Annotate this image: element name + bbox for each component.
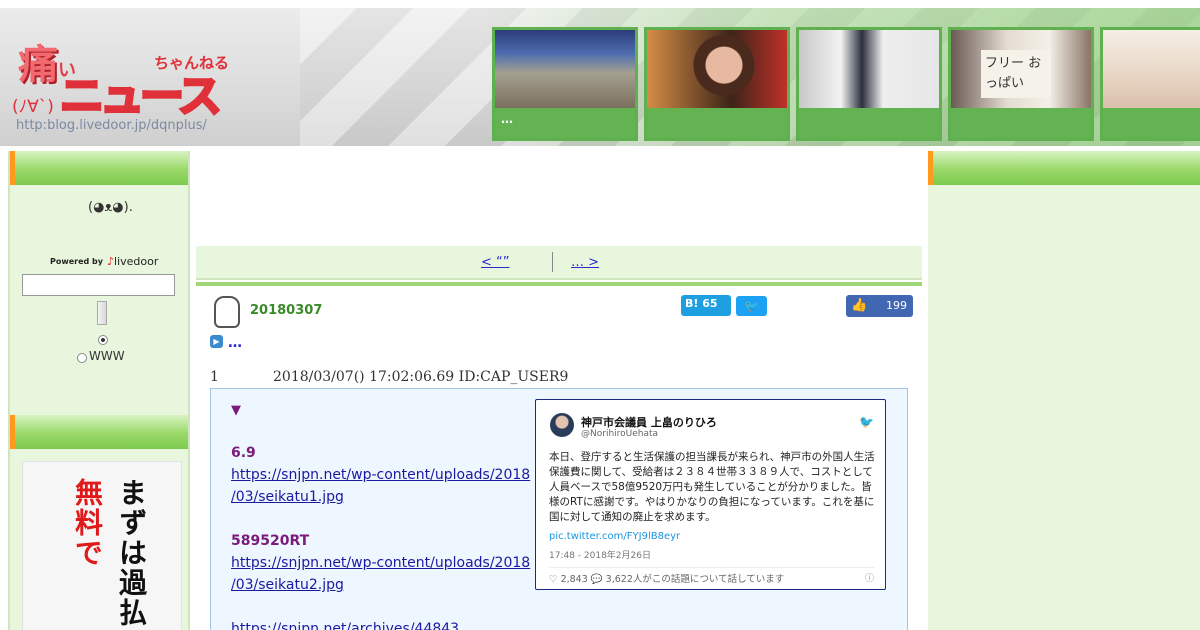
logo-channel: ちゃんねる: [154, 54, 230, 72]
post-meta: 2018/03/07() 17:02:06.69 ID:CAP_USER9: [273, 369, 569, 385]
featured-thumbnail[interactable]: …: [492, 27, 638, 141]
tweet-footer: ♡ 2,843 💬 3,622人がこの話題について話しています ⓘ: [549, 567, 874, 585]
livedoor-logo: ♪livedoor: [107, 255, 159, 268]
thumbnail-image: [1103, 30, 1200, 108]
quote-link-2a[interactable]: https://snjpn.net/wp-content/uploads/201…: [231, 555, 530, 571]
tweet-talking-text[interactable]: 3,622人がこの話題について話しています: [606, 574, 785, 585]
fb-like-count: 199: [886, 299, 907, 312]
facebook-like-button[interactable]: 👍 199: [846, 295, 913, 317]
article-pager: < “” … >: [196, 246, 922, 280]
info-icon[interactable]: ⓘ: [865, 571, 874, 584]
prev-article-link[interactable]: < “”: [481, 255, 510, 270]
logo-face: (ﾉ∀`): [12, 97, 54, 117]
search-button[interactable]: [97, 301, 107, 325]
triangle-icon: ▼: [231, 403, 241, 418]
left-sidebar: (◕ᴥ◕). Powered by ♪livedoor WWW 無料で まずは過…: [8, 151, 190, 630]
thumbnail-image: フリー おっぱい: [951, 30, 1091, 108]
right-sidebar-header-bar: [928, 151, 1200, 185]
logo-url: http:blog.livedoor.jp/dqnplus/: [16, 118, 207, 133]
thumbnail-caption: …: [501, 112, 513, 126]
powered-by-text: Powered by: [50, 257, 103, 266]
thumbs-up-icon: 👍: [851, 298, 868, 313]
radio-www[interactable]: [77, 353, 87, 363]
thumbnail-image: [647, 30, 787, 108]
radio-www-label: WWW: [89, 349, 125, 363]
logo-kanji: 痛: [18, 42, 58, 88]
quote-label-2: 589520RT: [231, 533, 310, 549]
right-sidebar: [928, 151, 1200, 630]
powered-by-livedoor[interactable]: Powered by ♪livedoor: [50, 255, 158, 268]
livedoor-text: livedoor: [114, 255, 159, 268]
next-article-link[interactable]: … >: [571, 255, 599, 270]
thumbnail-image: [495, 30, 635, 108]
play-icon: ▶: [210, 335, 223, 348]
tweet-body: 本日、登庁すると生活保護の担当課長が来られ、神戸市の外国人生活保護費に関して、受…: [549, 451, 875, 523]
featured-thumbnails: … フリー おっぱい: [492, 27, 1200, 141]
tweet-author-handle[interactable]: @NorihiroUehata: [581, 429, 658, 439]
featured-thumbnail[interactable]: [1100, 27, 1200, 141]
hatebu-count: 65: [702, 297, 718, 310]
category-icon: [214, 296, 240, 328]
quote-link-3[interactable]: https://snjpn.net/archives/44843: [231, 621, 459, 630]
sidebar-section-bar: [10, 415, 188, 449]
pager-separator: [552, 252, 553, 272]
hatebu-label: B!: [685, 297, 699, 310]
hatena-bookmark-button[interactable]: B! 65: [681, 295, 731, 316]
tweet-avatar[interactable]: [550, 413, 574, 437]
featured-thumbnail[interactable]: フリー おっぱい: [948, 27, 1094, 141]
featured-thumbnail[interactable]: [796, 27, 942, 141]
tweet-pic-link[interactable]: pic.twitter.com/FYJ9lB8eyr: [549, 531, 680, 542]
embedded-tweet[interactable]: 神戸市会議員 上畠のりひろ @NorihiroUehata 🐦 本日、登庁すると…: [535, 399, 886, 590]
heart-icon[interactable]: ♡: [549, 574, 558, 585]
ad-black-text: まずは過払: [115, 478, 148, 628]
twitter-share-button[interactable]: 🐦: [736, 296, 767, 316]
quote-link-2b[interactable]: /03/seikatu2.jpg: [231, 577, 344, 593]
article-date: 20180307: [250, 303, 323, 318]
sidebar-emoji-link[interactable]: (◕ᴥ◕).: [88, 199, 133, 215]
twitter-bird-icon: 🐦: [744, 299, 759, 313]
sidebar-header-bar: [10, 151, 188, 185]
tweet-author-name[interactable]: 神戸市会議員 上畠のりひろ: [581, 414, 717, 430]
thumbnail-sign: フリー おっぱい: [981, 50, 1051, 98]
search-input[interactable]: [22, 274, 175, 296]
thumbnail-image: [799, 30, 939, 108]
comment-icon[interactable]: 💬: [591, 574, 603, 585]
quote-link-1a[interactable]: https://snjpn.net/wp-content/uploads/201…: [231, 467, 530, 483]
sidebar-ad[interactable]: 無料で まずは過払: [22, 461, 182, 630]
article-title-link[interactable]: …: [228, 335, 242, 351]
twitter-bird-icon[interactable]: 🐦: [859, 415, 874, 429]
site-header: 痛 い ニュース ちゃんねる (ﾉ∀`) http:blog.livedoor.…: [0, 0, 1200, 146]
post-number: 1: [210, 369, 219, 385]
quote-link-1b[interactable]: /03/seikatu1.jpg: [231, 489, 344, 505]
site-logo[interactable]: 痛 い ニュース ちゃんねる (ﾉ∀`) http:blog.livedoor.…: [10, 28, 235, 143]
featured-thumbnail[interactable]: [644, 27, 790, 141]
tweet-like-count: 2,843: [560, 574, 588, 585]
article-top-border: [196, 282, 922, 286]
radio-site[interactable]: [98, 335, 108, 345]
quote-label-1: 6.9: [231, 445, 256, 461]
ad-red-text: 無料で: [71, 478, 104, 568]
tweet-timestamp[interactable]: 17:48 - 2018年2月26日: [549, 548, 651, 561]
main-content: < “” … > 20180307 B! 65 🐦 👍 199 ▶ … 1 20…: [190, 151, 928, 630]
